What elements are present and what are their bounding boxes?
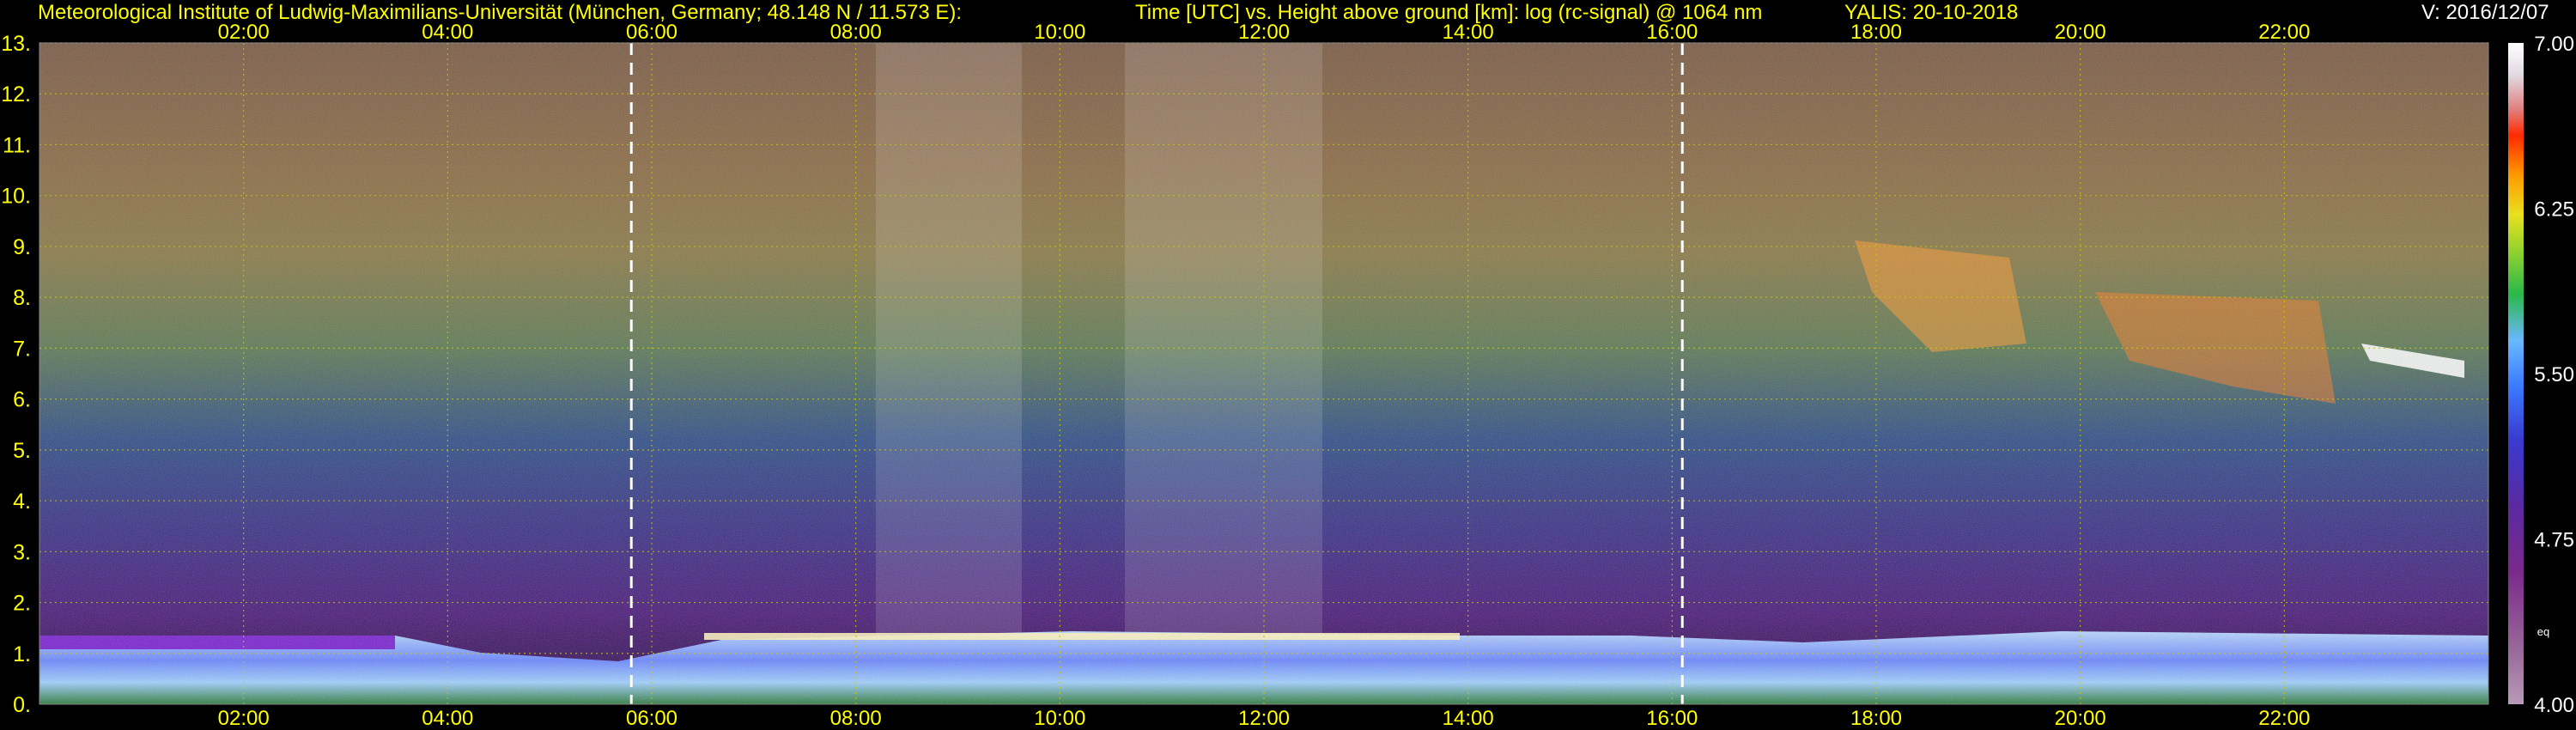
x-tick-label: 10:00: [1034, 21, 1085, 44]
colorbar-tick-label: 4.00: [2534, 694, 2574, 717]
x-tick-label: 20:00: [2055, 21, 2106, 44]
colorbar-note: eq: [2537, 625, 2549, 638]
x-tick-label: 16:00: [1646, 707, 1698, 730]
colorbar-labels: 7.00 6.25 5.50 4.75 4.00 eq: [2534, 33, 2574, 717]
x-tick-label: 02:00: [218, 21, 270, 44]
y-tick-label: 10.: [1, 185, 31, 209]
y-tick-label: 5.: [13, 439, 31, 463]
x-tick-label: 22:00: [2258, 21, 2310, 44]
x-axis-top: 02:00 04:00 06:00 08:00 10:00 12:00 14:00 16:00…: [218, 21, 2311, 44]
x-tick-label: 12:00: [1238, 707, 1290, 730]
y-tick-label: 1.: [13, 642, 31, 666]
x-tick-label: 22:00: [2258, 707, 2310, 730]
x-tick-label: 02:00: [218, 707, 270, 730]
x-tick-label: 14:00: [1443, 21, 1494, 44]
y-tick-label: 7.: [13, 337, 31, 361]
x-tick-label: 04:00: [422, 707, 473, 730]
x-tick-label: 18:00: [1850, 707, 1902, 730]
y-tick-label: 12.: [1, 82, 31, 106]
x-tick-label: 08:00: [830, 707, 882, 730]
x-tick-label: 16:00: [1646, 21, 1698, 44]
y-tick-label: 9.: [13, 235, 31, 259]
x-tick-label: 10:00: [1034, 707, 1085, 730]
x-tick-label: 06:00: [626, 21, 677, 44]
y-tick-label: 13.: [1, 32, 31, 56]
x-tick-label: 08:00: [830, 21, 882, 44]
x-tick-label: 14:00: [1443, 707, 1494, 730]
y-tick-label: 11.: [3, 133, 31, 157]
colorbar-tick-label: 7.00: [2534, 33, 2574, 56]
x-tick-label: 12:00: [1238, 21, 1290, 44]
colorbar-tick-label: 4.75: [2534, 529, 2574, 552]
y-tick-label: 6.: [13, 388, 31, 412]
y-tick-label: 8.: [13, 286, 31, 310]
y-tick-label: 0.: [13, 693, 31, 717]
y-axis: 0. 1. 2. 3. 4. 5. 6. 7. 8. 9. 10. 11. 12. 13.: [1, 32, 31, 717]
y-tick-label: 4.: [13, 490, 31, 514]
x-axis-bottom: 02:00 04:00 06:00 08:00 10:00 12:00 14:00 16:00…: [218, 707, 2311, 730]
y-tick-label: 3.: [13, 540, 31, 564]
lidar-chart: 02:00 04:00 06:00 08:00 10:00 12:00 14:00 16:00…: [1, 21, 2574, 730]
x-tick-label: 20:00: [2055, 707, 2106, 730]
x-tick-label: 06:00: [626, 707, 677, 730]
y-tick-label: 2.: [13, 592, 31, 616]
x-tick-label: 04:00: [422, 21, 473, 44]
colorbar-tick-label: 6.25: [2534, 198, 2574, 222]
x-tick-label: 18:00: [1850, 21, 1902, 44]
colorbar-tick-label: 5.50: [2534, 363, 2574, 386]
colorbar: [2508, 43, 2524, 704]
